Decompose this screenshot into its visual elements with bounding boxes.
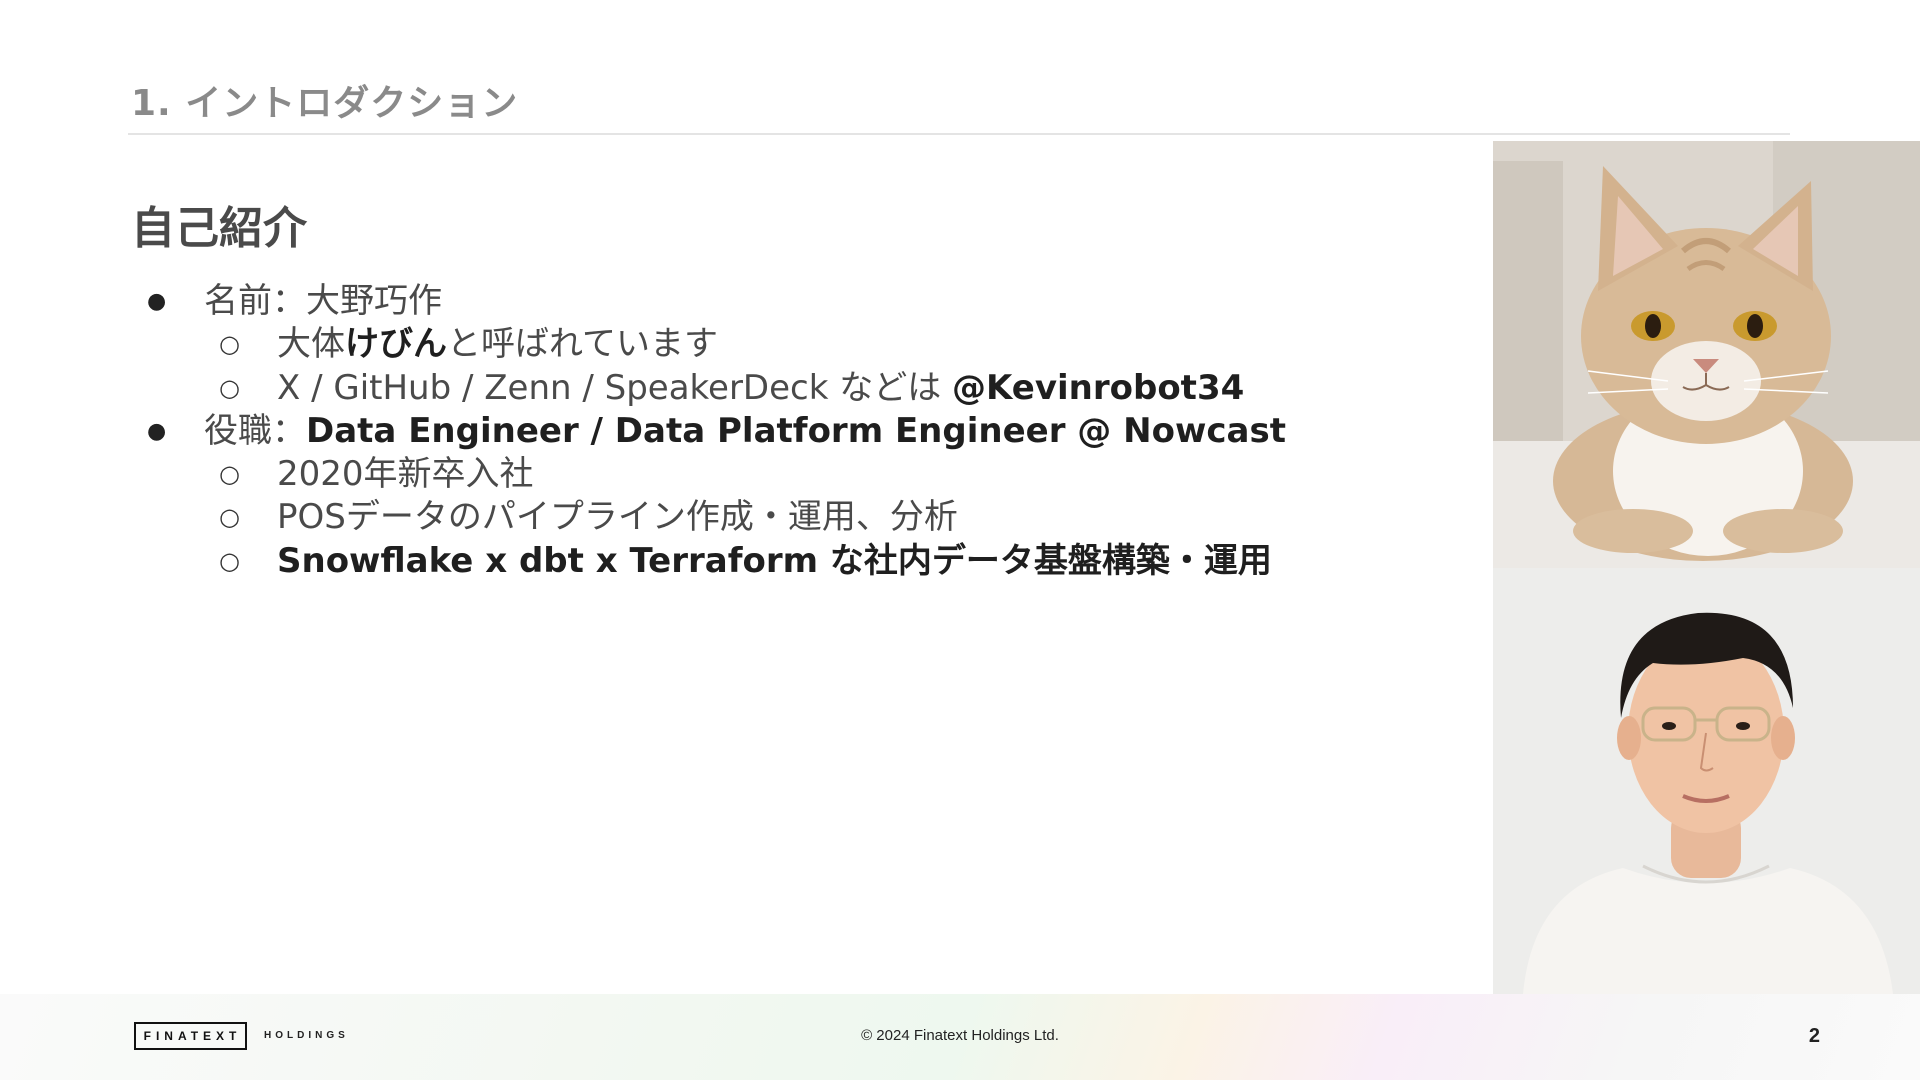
bullet-role: ● 役職：Data Engineer / Data Platform Engin… bbox=[0, 410, 1440, 453]
accounts-prefix: X / GitHub / Zenn / SpeakerDeck などは bbox=[277, 367, 953, 408]
page-number: 2 bbox=[1808, 1025, 1820, 1047]
bullet-nickname: ○ 大体けびんと呼ばれています bbox=[0, 323, 1440, 366]
cat-photo-icon bbox=[1493, 141, 1920, 568]
bullet-marker: ● bbox=[147, 289, 167, 314]
sub-bullet-marker: ○ bbox=[219, 373, 240, 402]
sub-bullet-marker: ○ bbox=[219, 460, 240, 489]
bullet-platform-work: ○ Snowflake x dbt x Terraform な社内データ基盤構築… bbox=[0, 540, 1440, 583]
sub-bullet-marker: ○ bbox=[219, 546, 240, 575]
person-photo-icon bbox=[1493, 568, 1920, 994]
bullet-list: ● 名前：大野巧作 ○ 大体けびんと呼ばれています ○ X / GitHub /… bbox=[0, 280, 1440, 583]
cat-photo bbox=[1493, 141, 1920, 568]
pos-work-text: POSデータのパイプライン作成・運用、分析 bbox=[277, 497, 958, 538]
bullet-marker: ● bbox=[147, 418, 167, 444]
person-photo bbox=[1493, 568, 1920, 994]
nickname-bold: けびん bbox=[345, 324, 447, 365]
bullet-joined: ○ 2020年新卒入社 bbox=[0, 453, 1440, 496]
sub-bullet-marker: ○ bbox=[219, 503, 240, 532]
bullet-accounts: ○ X / GitHub / Zenn / SpeakerDeck などは @K… bbox=[0, 367, 1440, 410]
nickname-prefix: 大体 bbox=[277, 324, 345, 365]
nickname-suffix: と呼ばれています bbox=[447, 324, 718, 365]
title-divider bbox=[128, 133, 1790, 135]
bullet-pos-work: ○ POSデータのパイプライン作成・運用、分析 bbox=[0, 496, 1440, 539]
role-value: Data Engineer / Data Platform Engineer @… bbox=[306, 410, 1286, 451]
role-label: 役職： bbox=[204, 410, 306, 451]
bullet-name: ● 名前：大野巧作 bbox=[0, 280, 1440, 323]
section-title: 1. イントロダクション bbox=[131, 83, 519, 124]
platform-work-text: Snowflake x dbt x Terraform な社内データ基盤構築・運… bbox=[277, 540, 1272, 581]
sub-bullet-marker: ○ bbox=[219, 330, 240, 359]
name-value: 大野巧作 bbox=[306, 281, 442, 321]
accounts-handle: @Kevinrobot34 bbox=[952, 367, 1245, 408]
joined-text: 2020年新卒入社 bbox=[277, 454, 534, 495]
name-label: 名前： bbox=[204, 281, 306, 321]
copyright: © 2024 Finatext Holdings Ltd. bbox=[861, 1027, 1059, 1044]
slide-heading: 自己紹介 bbox=[131, 203, 307, 254]
